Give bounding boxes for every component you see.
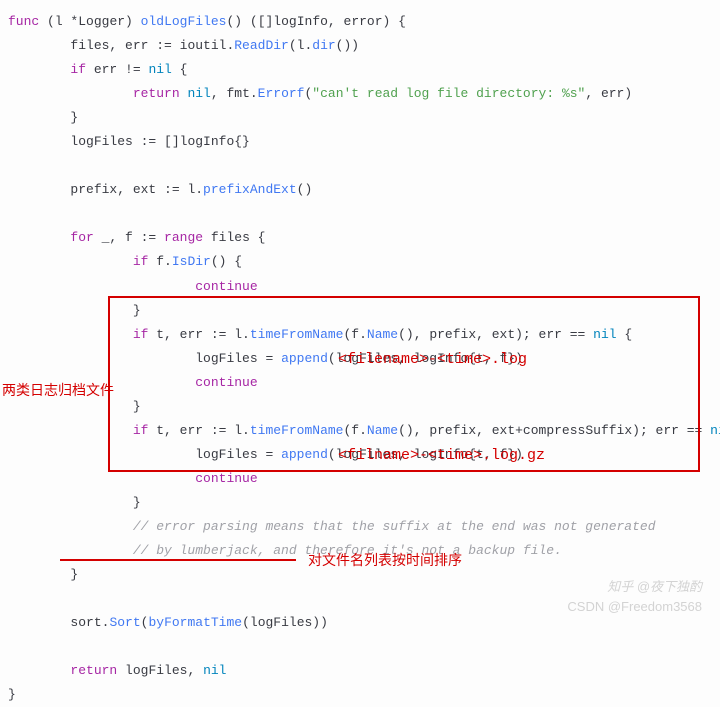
code-text: (logFiles))	[242, 615, 328, 630]
kw-if: if	[133, 423, 149, 438]
code-text: () {	[211, 254, 242, 269]
code-text: (), prefix, ext+compressSuffix); err ==	[398, 423, 710, 438]
code-text: err !=	[86, 62, 148, 77]
code-text: , fmt.	[211, 86, 258, 101]
code-text: logFiles := []logInfo{}	[70, 134, 249, 149]
fn-name: Name	[367, 423, 398, 438]
nil: nil	[203, 663, 226, 678]
nil: nil	[148, 62, 171, 77]
kw-continue: continue	[195, 279, 257, 294]
kw-if: if	[70, 62, 86, 77]
fn-isdir: IsDir	[172, 254, 211, 269]
brace: {	[617, 327, 633, 342]
kw-for: for	[70, 230, 93, 245]
nil: nil	[180, 86, 211, 101]
kw-return: return	[133, 86, 180, 101]
code-text: logFiles,	[117, 663, 203, 678]
code-text: files, err := ioutil.	[70, 38, 234, 53]
fn-append: append	[281, 351, 328, 366]
nil: nil	[593, 327, 616, 342]
code-text: files {	[203, 230, 265, 245]
brace: }	[133, 303, 141, 318]
kw-return: return	[70, 663, 117, 678]
func-name: oldLogFiles	[141, 14, 227, 29]
kw-if: if	[133, 327, 149, 342]
fn-byformattime: byFormatTime	[148, 615, 242, 630]
fn-dir: dir	[312, 38, 335, 53]
brace: }	[133, 399, 141, 414]
code-text: sort.	[70, 615, 109, 630]
brace: {	[172, 62, 188, 77]
fn-sort: Sort	[109, 615, 140, 630]
kw-if: if	[133, 254, 149, 269]
brace: }	[8, 687, 16, 702]
sig: () ([]logInfo, error) {	[227, 14, 406, 29]
code-text: prefix, ext := l.	[70, 182, 203, 197]
brace: }	[70, 567, 78, 582]
kw-continue: continue	[195, 471, 257, 486]
receiver: (l *Logger)	[47, 14, 133, 29]
fn-append: append	[281, 447, 328, 462]
code-text: ())	[336, 38, 359, 53]
fn-readdir: ReadDir	[234, 38, 289, 53]
kw-range: range	[164, 230, 203, 245]
comment: // error parsing means that the suffix a…	[133, 519, 656, 534]
brace: }	[70, 110, 78, 125]
fn-timefromname: timeFromName	[250, 423, 344, 438]
kw-continue: continue	[195, 375, 257, 390]
string-literal: "can't read log file directory: %s"	[312, 86, 585, 101]
code-text: (logFiles, logInfo{t, f})	[328, 351, 523, 366]
code-text: logFiles =	[195, 447, 281, 462]
fn-name: Name	[367, 327, 398, 342]
nil: nil	[710, 423, 720, 438]
fn-timefromname: timeFromName	[250, 327, 344, 342]
code-text: (f.	[343, 423, 366, 438]
comment: // by lumberjack, and therefore it's not…	[133, 543, 562, 558]
fn-errorf: Errorf	[258, 86, 305, 101]
code-text: t, err := l.	[148, 327, 249, 342]
kw-func: func	[8, 14, 39, 29]
code-text: (l.	[289, 38, 312, 53]
code-text: (logFiles, logInfo{t, f})	[328, 447, 523, 462]
code-block: func (l *Logger) oldLogFiles() ([]logInf…	[8, 10, 712, 707]
code-text: f.	[148, 254, 171, 269]
code-text: (f.	[343, 327, 366, 342]
fn-prefixandext: prefixAndExt	[203, 182, 297, 197]
brace: }	[133, 495, 141, 510]
code-text: _, f :=	[94, 230, 164, 245]
code-text: ()	[297, 182, 313, 197]
code-text: (), prefix, ext); err ==	[398, 327, 593, 342]
code-text: logFiles =	[195, 351, 281, 366]
code-text: t, err := l.	[148, 423, 249, 438]
code-text: , err)	[585, 86, 632, 101]
